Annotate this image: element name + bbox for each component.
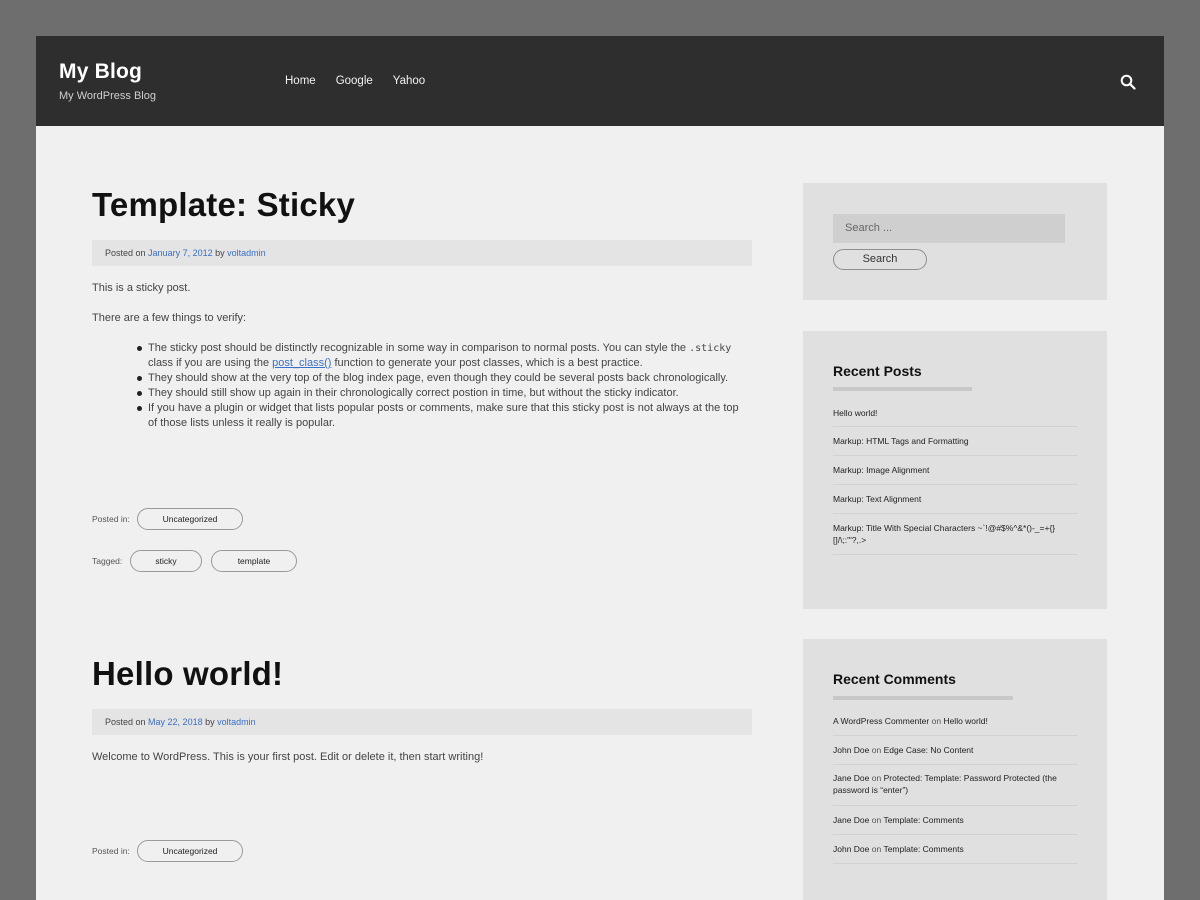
- list-item: They should show at the very top of the …: [137, 371, 748, 386]
- on-label: on: [871, 815, 882, 825]
- divider: [833, 455, 1078, 456]
- recent-comment: Jane Doe on Protected: Template: Passwor…: [833, 772, 1078, 796]
- recent-post-link[interactable]: Hello world!: [833, 407, 1078, 419]
- comment-post-link[interactable]: Template: Comments: [883, 844, 963, 854]
- divider: [833, 863, 1078, 864]
- recent-post-link[interactable]: Markup: Image Alignment: [833, 464, 1078, 476]
- category-button[interactable]: Uncategorized: [137, 508, 243, 530]
- comment-author-link[interactable]: Jane Doe: [833, 773, 869, 783]
- post-paragraph: There are a few things to verify:: [92, 312, 247, 324]
- nav-item-home[interactable]: Home: [285, 75, 316, 87]
- comment-author-link[interactable]: John Doe: [833, 844, 869, 854]
- widget-title-underline: [833, 387, 972, 391]
- posted-in-label: Posted in:: [92, 514, 130, 524]
- inline-code: .sticky: [689, 343, 732, 354]
- recent-post-link[interactable]: Markup: Title With Special Characters ~`…: [833, 522, 1078, 546]
- nav-item-google[interactable]: Google: [336, 75, 373, 87]
- divider: [833, 484, 1078, 485]
- post-bullet-list: The sticky post should be distinctly rec…: [137, 341, 748, 431]
- tagged-label: Tagged:: [92, 556, 123, 566]
- recent-comments-widget: Recent Comments A WordPress Commenter on…: [803, 639, 1107, 900]
- posted-in-label: Posted in:: [92, 846, 130, 856]
- recent-post-link[interactable]: Markup: HTML Tags and Formatting: [833, 435, 1078, 447]
- divider: [833, 426, 1078, 427]
- post-date-link[interactable]: May 22, 2018: [148, 717, 203, 727]
- on-label: on: [931, 716, 942, 726]
- widget-title: Recent Posts: [833, 363, 922, 379]
- search-button[interactable]: Search: [833, 249, 927, 270]
- post-author-link[interactable]: voltadmin: [227, 248, 266, 258]
- site-title[interactable]: My Blog: [59, 60, 142, 84]
- recent-comment: A WordPress Commenter on Hello world!: [833, 715, 1078, 727]
- list-item: If you have a plugin or widget that list…: [137, 401, 748, 431]
- by-label: by: [215, 248, 225, 258]
- divider: [833, 805, 1078, 806]
- post-class-link[interactable]: post_class(): [272, 357, 331, 369]
- divider: [833, 554, 1078, 555]
- page-frame: My Blog My WordPress Blog Home Google Ya…: [36, 36, 1164, 900]
- post-date-link[interactable]: January 7, 2012: [148, 248, 213, 258]
- recent-posts-widget: Recent Posts Hello world! Markup: HTML T…: [803, 331, 1107, 609]
- search-widget: Search ... Search: [803, 183, 1107, 300]
- on-label: on: [871, 773, 882, 783]
- divider: [833, 735, 1078, 736]
- divider: [833, 513, 1078, 514]
- comment-post-link[interactable]: Hello world!: [943, 716, 987, 726]
- recent-comment: John Doe on Template: Comments: [833, 843, 1078, 855]
- recent-comment: Jane Doe on Template: Comments: [833, 814, 1078, 826]
- post-meta: Posted on May 22, 2018 by voltadmin: [92, 709, 752, 735]
- post-title[interactable]: Template: Sticky: [92, 186, 355, 224]
- recent-post-link[interactable]: Markup: Text Alignment: [833, 493, 1078, 505]
- comment-post-link[interactable]: Edge Case: No Content: [884, 745, 974, 755]
- tag-button-template[interactable]: template: [211, 550, 297, 572]
- on-label: on: [871, 745, 882, 755]
- divider: [833, 834, 1078, 835]
- by-label: by: [205, 717, 215, 727]
- bullet-text: function to generate your post classes, …: [331, 357, 643, 369]
- site-header: My Blog My WordPress Blog Home Google Ya…: [36, 36, 1164, 126]
- post-paragraph: Welcome to WordPress. This is your first…: [92, 751, 484, 763]
- widget-title: Recent Comments: [833, 671, 956, 687]
- comment-author-link[interactable]: A WordPress Commenter: [833, 716, 929, 726]
- posted-on-label: Posted on: [105, 717, 146, 727]
- on-label: on: [871, 844, 882, 854]
- post-paragraph: This is a sticky post.: [92, 282, 191, 294]
- nav-item-yahoo[interactable]: Yahoo: [393, 75, 425, 87]
- widget-title-underline: [833, 696, 1013, 700]
- category-button[interactable]: Uncategorized: [137, 840, 243, 862]
- search-input[interactable]: Search ...: [833, 214, 1065, 243]
- comment-author-link[interactable]: John Doe: [833, 745, 869, 755]
- bullet-text: class if you are using the: [148, 357, 273, 369]
- post-author-link[interactable]: voltadmin: [217, 717, 256, 727]
- tag-button-sticky[interactable]: sticky: [130, 550, 202, 572]
- post-meta: Posted on January 7, 2012 by voltadmin: [92, 240, 752, 266]
- search-icon[interactable]: [1120, 74, 1136, 90]
- divider: [833, 764, 1078, 765]
- post-title[interactable]: Hello world!: [92, 655, 283, 693]
- bullet-text: The sticky post should be distinctly rec…: [148, 342, 690, 354]
- list-item: The sticky post should be distinctly rec…: [137, 341, 748, 371]
- posted-on-label: Posted on: [105, 248, 146, 258]
- comment-author-link[interactable]: Jane Doe: [833, 815, 869, 825]
- list-item: They should still show up again in their…: [137, 386, 748, 401]
- comment-post-link[interactable]: Template: Comments: [883, 815, 963, 825]
- recent-comment: John Doe on Edge Case: No Content: [833, 744, 1078, 756]
- main-nav: Home Google Yahoo: [285, 75, 425, 87]
- site-description: My WordPress Blog: [59, 90, 156, 102]
